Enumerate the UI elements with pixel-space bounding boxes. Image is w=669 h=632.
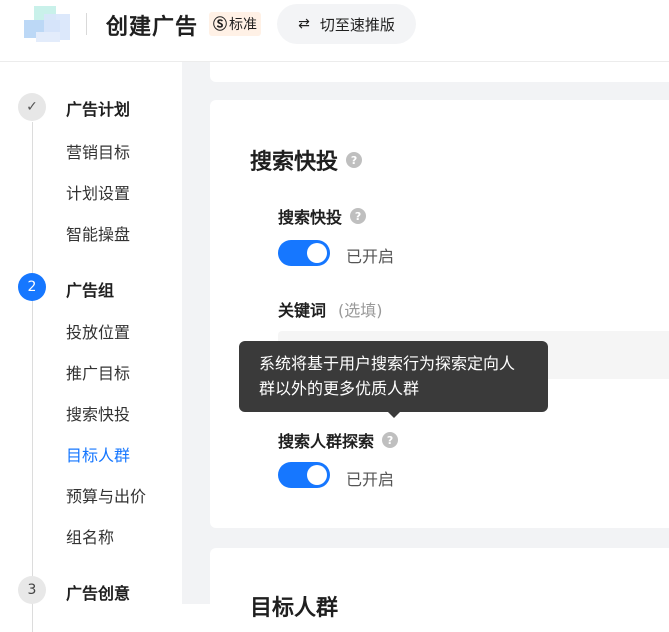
sidebar-item-promotion-target[interactable]: 推广目标 [66,360,130,384]
sidebar-item-target-audience[interactable]: 目标人群 [66,442,130,466]
question-icon[interactable]: ? [350,208,367,224]
tooltip-line-2: 群以外的更多优质人群 [259,379,420,398]
audience-explore-label-text: 搜索人群探索 [278,432,375,451]
quick-search-toggle[interactable] [278,240,330,266]
sidebar-item-plan-settings[interactable]: 计划设置 [66,180,130,204]
question-icon[interactable]: ? [382,432,399,448]
quick-search-label-text: 搜索快投 [278,208,343,227]
quick-search-label: 搜索快投 ? [278,204,367,228]
target-audience-section-title: 目标人群 [250,596,339,621]
standard-badge: Ⓢ 标准 [209,12,261,36]
quick-search-section-title: 搜索快投 ? [250,144,363,176]
section-title-text: 搜索快投 [250,150,339,175]
previous-section-card [210,62,669,82]
sidebar-item-placement[interactable]: 投放位置 [66,319,130,343]
switch-version-button[interactable]: ⇄ 切至速推版 [277,4,416,44]
sidebar-item-group-name[interactable]: 组名称 [66,524,114,548]
keywords-label-text: 关键词 [278,301,327,320]
switch-version-label: 切至速推版 [319,15,395,34]
keywords-optional-text: (选填) [338,301,383,320]
tooltip-line-1: 系统将基于用户搜索行为探索定向人 [259,354,516,373]
sidebar-item-budget-bid[interactable]: 预算与出价 [66,483,146,507]
sidebar-item-marketing-goal[interactable]: 营销目标 [66,139,130,163]
standard-badge-label: 标准 [229,17,257,33]
top-header: 创建广告 Ⓢ 标准 ⇄ 切至速推版 [0,0,669,62]
question-icon[interactable]: ? [346,152,363,168]
audience-explore-tooltip: 系统将基于用户搜索行为探索定向人 群以外的更多优质人群 [239,341,548,412]
audience-explore-label: 搜索人群探索 ? [278,428,399,452]
tooltip-arrow [387,411,401,418]
step-1-check-icon[interactable]: ✓ [18,93,46,121]
keywords-label: 关键词 (选填) [278,297,383,321]
step-sidebar: ✓ 广告计划 营销目标 计划设置 智能操盘 2 广告组 投放位置 推广目标 搜索… [0,62,182,632]
brand-logo [24,6,74,44]
audience-explore-status: 已开启 [346,470,395,489]
header-divider [86,13,87,35]
quick-search-card: 搜索快投 ? 搜索快投 ? 已开启 关键词 (选填) 搜索人群探索 ? 已开启 [210,100,669,528]
sidebar-item-smart-operation[interactable]: 智能操盘 [66,221,130,245]
step-2-number[interactable]: 2 [18,273,46,301]
page-title: 创建广告 [106,15,199,40]
step-2-title[interactable]: 广告组 [66,277,114,301]
step-3-title[interactable]: 广告创意 [66,580,130,604]
main-content: 搜索快投 ? 搜索快投 ? 已开启 关键词 (选填) 搜索人群探索 ? 已开启 [182,62,669,604]
audience-explore-toggle[interactable] [278,462,330,488]
step-connector-line [32,122,33,632]
step-1-title[interactable]: 广告计划 [66,96,130,120]
step-3-number[interactable]: 3 [18,576,46,604]
swap-arrows-icon: ⇄ [298,16,310,32]
standard-icon: Ⓢ [213,17,227,33]
quick-search-status: 已开启 [346,247,395,266]
sidebar-item-quick-search[interactable]: 搜索快投 [66,401,130,425]
